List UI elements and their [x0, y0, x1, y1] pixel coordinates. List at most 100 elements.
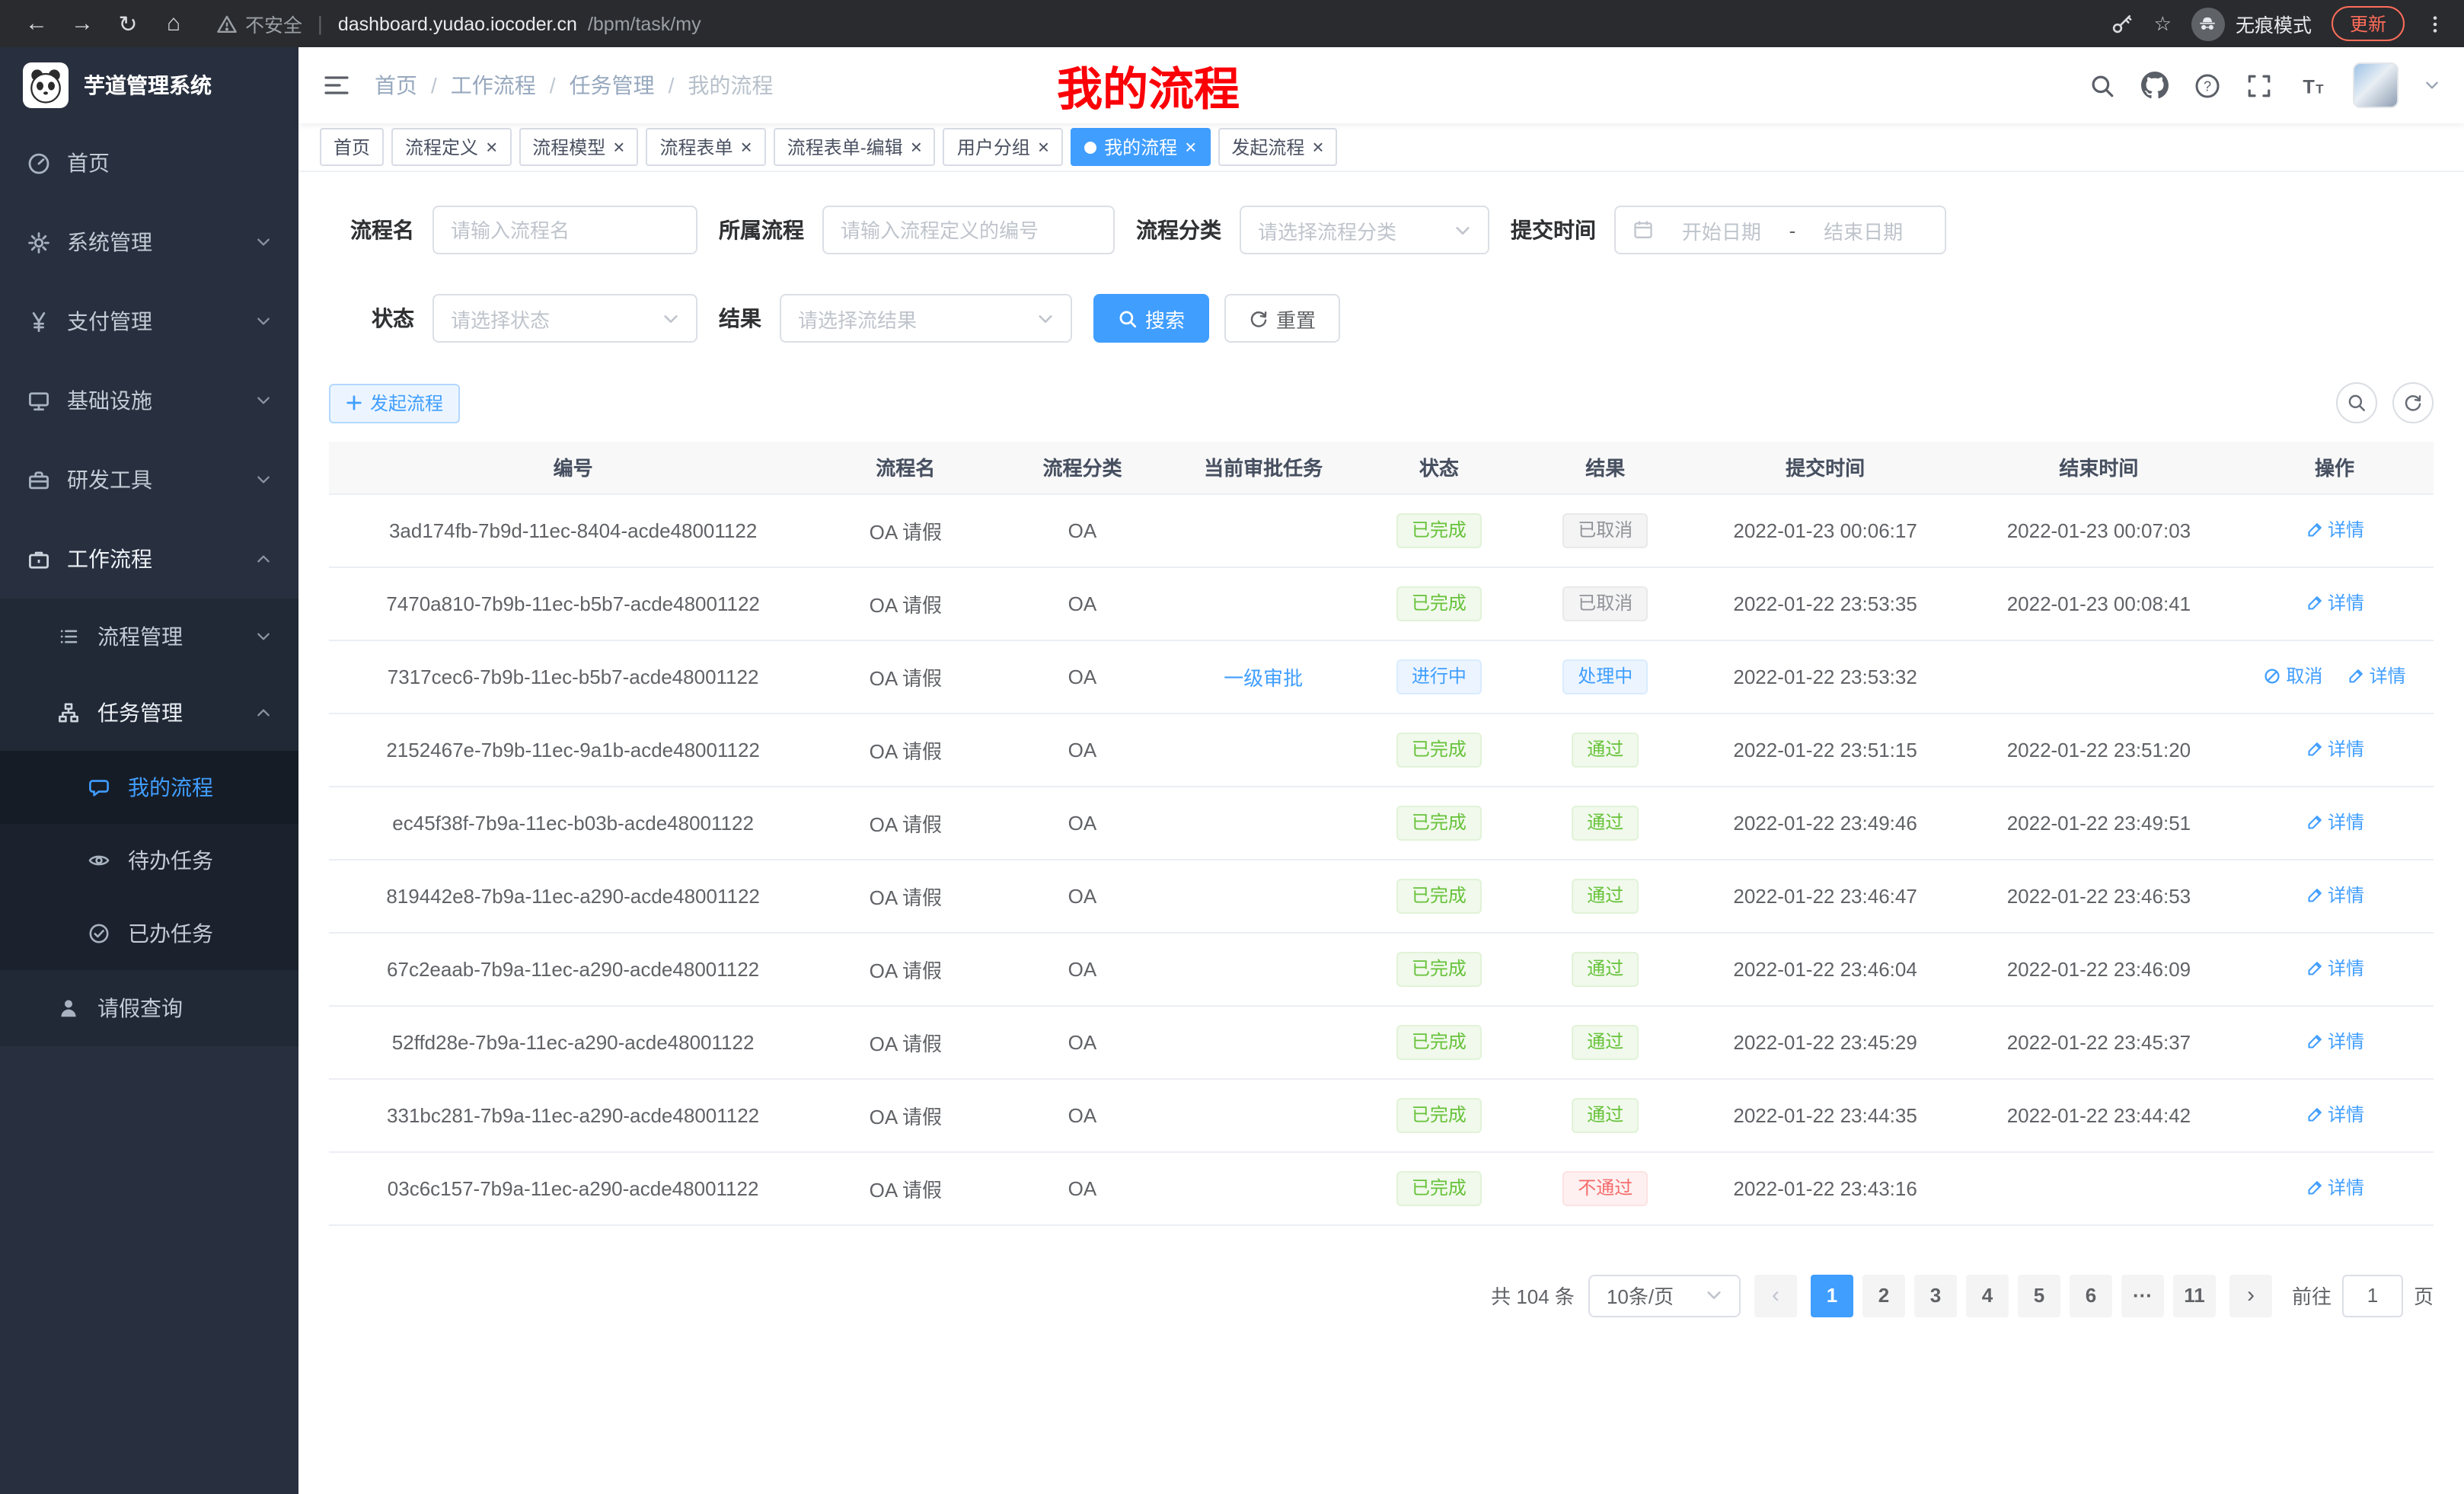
- detail-link[interactable]: 详情: [2305, 1029, 2364, 1055]
- reset-button[interactable]: 重置: [1224, 294, 1340, 343]
- tab-close-icon[interactable]: ×: [1312, 137, 1323, 157]
- detail-link[interactable]: 详情: [2305, 1102, 2364, 1128]
- sidebar-item-leave-query[interactable]: 请假查询: [0, 970, 298, 1046]
- page-button[interactable]: 1: [1811, 1274, 1853, 1317]
- page-button[interactable]: ···: [2121, 1274, 2164, 1317]
- sidebar-item-done-tasks[interactable]: 已办任务: [0, 897, 298, 970]
- view-tab[interactable]: 我的流程 ×: [1071, 128, 1210, 166]
- cell-result: 通过: [1522, 1005, 1688, 1078]
- page-button[interactable]: 5: [2018, 1274, 2060, 1317]
- font-size-icon[interactable]: TT: [2298, 72, 2327, 98]
- definition-input[interactable]: [841, 219, 1096, 241]
- refresh-table-button[interactable]: [2392, 382, 2434, 423]
- detail-link[interactable]: 详情: [2305, 736, 2364, 762]
- sidebar-item-home[interactable]: 首页: [0, 123, 298, 203]
- detail-link[interactable]: 详情: [2305, 517, 2364, 543]
- tab-close-icon[interactable]: ×: [1185, 137, 1196, 157]
- detail-link[interactable]: 详情: [2305, 883, 2364, 908]
- tab-close-icon[interactable]: ×: [486, 137, 497, 157]
- cancel-link[interactable]: 取消: [2263, 663, 2322, 689]
- edit-icon: [2347, 667, 2365, 685]
- sidebar-item-devtools[interactable]: 研发工具: [0, 440, 298, 519]
- sidebar-item-workflow[interactable]: 工作流程: [0, 519, 298, 599]
- process-name-input[interactable]: [451, 219, 679, 241]
- prev-page-button[interactable]: ‹: [1754, 1274, 1797, 1317]
- eye-icon: [88, 850, 113, 871]
- tab-close-icon[interactable]: ×: [911, 137, 922, 157]
- address-bar[interactable]: 不安全 | dashboard.yudao.iocoder.cn/bpm/tas…: [216, 9, 2102, 38]
- table-row: 819442e8-7b9a-11ec-a290-acde48001122 OA …: [329, 859, 2434, 932]
- bookmark-star-icon[interactable]: ☆: [2154, 11, 2172, 36]
- update-button[interactable]: 更新: [2332, 6, 2405, 41]
- browser-menu-icon[interactable]: [2424, 13, 2446, 34]
- page-button[interactable]: 3: [1914, 1274, 1957, 1317]
- sidebar-item-todo-tasks[interactable]: 待办任务: [0, 824, 298, 897]
- next-page-button[interactable]: ›: [2229, 1274, 2272, 1317]
- search-icon[interactable]: [2089, 72, 2115, 98]
- sidebar-item-infra[interactable]: 基础设施: [0, 361, 298, 440]
- view-tab[interactable]: 首页: [320, 128, 384, 166]
- view-tab[interactable]: 流程模型 ×: [519, 128, 638, 166]
- help-icon[interactable]: ?: [2194, 72, 2220, 98]
- sidebar-item-task-mgmt[interactable]: 任务管理: [0, 675, 298, 751]
- github-icon[interactable]: [2141, 72, 2169, 99]
- view-tab[interactable]: 发起流程 ×: [1218, 128, 1337, 166]
- sidebar-item-label: 流程管理: [97, 621, 183, 652]
- page-button[interactable]: 11: [2173, 1274, 2216, 1317]
- view-tab[interactable]: 用户分组 ×: [943, 128, 1063, 166]
- avatar-caret-icon[interactable]: [2424, 78, 2440, 93]
- forward-button[interactable]: →: [64, 5, 101, 42]
- cell-id: 7317cec6-7b9b-11ec-b5b7-acde48001122: [329, 640, 817, 713]
- page-button[interactable]: 4: [1966, 1274, 2009, 1317]
- app-logo-row[interactable]: 芋道管理系统: [0, 47, 298, 123]
- breadcrumb-task-mgmt[interactable]: 任务管理: [570, 70, 655, 101]
- breadcrumb-home[interactable]: 首页: [375, 70, 417, 101]
- table-row: 3ad174fb-7b9d-11ec-8404-acde48001122 OA …: [329, 493, 2434, 567]
- result-badge: 已取消: [1562, 586, 1648, 621]
- sidebar-item-my-process[interactable]: 我的流程: [0, 751, 298, 824]
- avatar[interactable]: [2353, 62, 2399, 108]
- home-button[interactable]: ⌂: [155, 5, 192, 42]
- fullscreen-icon[interactable]: [2246, 72, 2272, 98]
- toggle-search-button[interactable]: [2336, 382, 2377, 423]
- sidebar-item-payment[interactable]: 支付管理: [0, 282, 298, 361]
- goto-page-input[interactable]: [2342, 1274, 2403, 1317]
- status-badge: 已完成: [1396, 805, 1482, 840]
- chat-bubble-icon: [88, 777, 113, 798]
- tab-close-icon[interactable]: ×: [741, 137, 752, 157]
- page-button[interactable]: 6: [2070, 1274, 2112, 1317]
- detail-link[interactable]: 详情: [2305, 956, 2364, 982]
- date-range-picker[interactable]: 开始日期 - 结束日期: [1614, 206, 1946, 254]
- start-process-button[interactable]: 发起流程: [329, 383, 460, 423]
- page-size-select[interactable]: 10条/页: [1588, 1274, 1741, 1317]
- column-header: 操作: [2236, 442, 2434, 493]
- chevron-down-icon: [256, 629, 271, 644]
- sidebar-toggle-icon[interactable]: [323, 72, 350, 99]
- result-select[interactable]: 请选择流结果: [780, 294, 1072, 343]
- detail-link[interactable]: 详情: [2305, 1175, 2364, 1201]
- current-task-link[interactable]: 一级审批: [1224, 666, 1303, 689]
- view-tab[interactable]: 流程定义 ×: [391, 128, 511, 166]
- sidebar-item-system[interactable]: 系统管理: [0, 203, 298, 282]
- detail-link[interactable]: 详情: [2347, 663, 2406, 689]
- cell-category: OA: [994, 493, 1170, 567]
- end-date-placeholder[interactable]: 结束日期: [1799, 215, 1928, 244]
- category-select[interactable]: 请选择流程分类: [1240, 206, 1489, 254]
- detail-link[interactable]: 详情: [2305, 809, 2364, 835]
- tab-close-icon[interactable]: ×: [1038, 137, 1049, 157]
- page-button[interactable]: 2: [1862, 1274, 1905, 1317]
- search-button[interactable]: 搜索: [1093, 294, 1209, 343]
- start-date-placeholder[interactable]: 开始日期: [1657, 215, 1786, 244]
- view-tab[interactable]: 流程表单-编辑 ×: [774, 128, 936, 166]
- key-icon[interactable]: [2111, 12, 2134, 35]
- status-select[interactable]: 请选择状态: [432, 294, 697, 343]
- task-submenu: 我的流程 待办任务 已办任务: [0, 751, 298, 970]
- incognito-badge: 无痕模式: [2191, 7, 2312, 40]
- tab-close-icon[interactable]: ×: [613, 137, 624, 157]
- breadcrumb-workflow[interactable]: 工作流程: [451, 70, 536, 101]
- sidebar-item-process-mgmt[interactable]: 流程管理: [0, 599, 298, 675]
- back-button[interactable]: ←: [18, 5, 55, 42]
- reload-button[interactable]: ↻: [110, 5, 146, 42]
- view-tab[interactable]: 流程表单 ×: [646, 128, 765, 166]
- detail-link[interactable]: 详情: [2305, 590, 2364, 616]
